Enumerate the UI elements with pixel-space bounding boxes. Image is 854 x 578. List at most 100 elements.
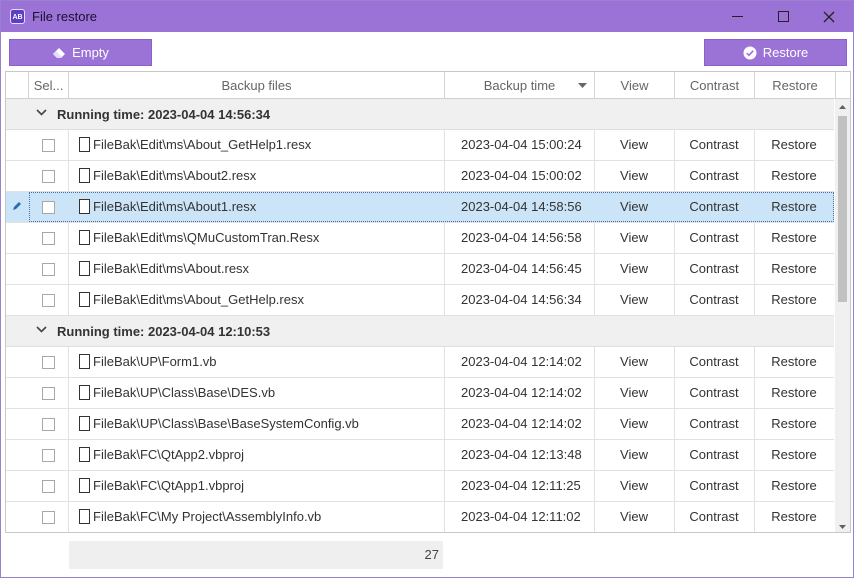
- restore-link[interactable]: Restore: [754, 285, 834, 315]
- contrast-link[interactable]: Contrast: [674, 161, 754, 191]
- restore-link[interactable]: Restore: [754, 161, 834, 191]
- scroll-down-button[interactable]: [835, 519, 850, 532]
- view-link[interactable]: View: [594, 161, 674, 191]
- header-backup-files[interactable]: Backup files: [69, 72, 445, 99]
- row-checkbox[interactable]: [42, 263, 55, 276]
- contrast-link[interactable]: Contrast: [674, 130, 754, 160]
- view-link[interactable]: View: [594, 223, 674, 253]
- backup-time: 2023-04-04 12:13:48: [461, 447, 582, 462]
- row-checkbox[interactable]: [42, 139, 55, 152]
- contrast-link[interactable]: Contrast: [674, 347, 754, 377]
- table-row[interactable]: FileBak\FC\QtApp1.vbproj 2023-04-04 12:1…: [6, 471, 834, 502]
- group-row[interactable]: Running time: 2023-04-04 14:56:34: [6, 99, 834, 130]
- restore-link[interactable]: Restore: [754, 378, 834, 408]
- group-label: Running time: 2023-04-04 12:10:53: [57, 324, 271, 339]
- chevron-down-icon[interactable]: [36, 109, 47, 116]
- table-row[interactable]: FileBak\FC\QtApp2.vbproj 2023-04-04 12:1…: [6, 440, 834, 471]
- app-icon: AB: [10, 9, 25, 24]
- row-checkbox[interactable]: [42, 356, 55, 369]
- view-link[interactable]: View: [594, 440, 674, 470]
- chevron-down-icon[interactable]: [36, 326, 47, 333]
- empty-button[interactable]: Empty: [9, 39, 152, 66]
- view-link[interactable]: View: [594, 502, 674, 532]
- row-checkbox[interactable]: [42, 511, 55, 524]
- file-icon: [79, 354, 90, 369]
- view-link[interactable]: View: [594, 409, 674, 439]
- row-checkbox[interactable]: [42, 201, 55, 214]
- backup-time: 2023-04-04 12:14:02: [461, 416, 582, 431]
- backup-time: 2023-04-04 14:56:34: [461, 292, 582, 307]
- file-path: FileBak\UP\Form1.vb: [93, 354, 217, 369]
- row-checkbox[interactable]: [42, 170, 55, 183]
- close-button[interactable]: [806, 1, 852, 32]
- contrast-link[interactable]: Contrast: [674, 409, 754, 439]
- view-link[interactable]: View: [594, 378, 674, 408]
- restore-all-button[interactable]: Restore: [704, 39, 847, 66]
- row-checkbox[interactable]: [42, 294, 55, 307]
- group-row[interactable]: Running time: 2023-04-04 12:10:53: [6, 316, 834, 347]
- table-row[interactable]: FileBak\Edit\ms\About2.resx 2023-04-04 1…: [6, 161, 834, 192]
- contrast-link[interactable]: Contrast: [674, 285, 754, 315]
- backup-time: 2023-04-04 15:00:02: [461, 168, 582, 183]
- view-link[interactable]: View: [594, 471, 674, 501]
- restore-link[interactable]: Restore: [754, 409, 834, 439]
- restore-link[interactable]: Restore: [754, 223, 834, 253]
- backup-files-grid: Sel... Backup files Backup time View Con…: [5, 71, 851, 533]
- contrast-link[interactable]: Contrast: [674, 254, 754, 284]
- table-row[interactable]: FileBak\Edit\ms\About_GetHelp1.resx 2023…: [6, 130, 834, 161]
- minimize-button[interactable]: [714, 1, 760, 32]
- sort-desc-icon: [578, 83, 587, 88]
- maximize-button[interactable]: [760, 1, 806, 32]
- row-checkbox[interactable]: [42, 232, 55, 245]
- restore-link[interactable]: Restore: [754, 471, 834, 501]
- table-row[interactable]: FileBak\UP\Class\Base\DES.vb 2023-04-04 …: [6, 378, 834, 409]
- header-select[interactable]: Sel...: [29, 72, 69, 99]
- scroll-thumb[interactable]: [838, 116, 847, 302]
- view-link[interactable]: View: [594, 130, 674, 160]
- view-link[interactable]: View: [594, 192, 674, 222]
- table-row[interactable]: FileBak\UP\Class\Base\BaseSystemConfig.v…: [6, 409, 834, 440]
- table-row[interactable]: FileBak\Edit\ms\QMuCustomTran.Resx 2023-…: [6, 223, 834, 254]
- row-checkbox[interactable]: [42, 418, 55, 431]
- view-link[interactable]: View: [594, 285, 674, 315]
- restore-link[interactable]: Restore: [754, 130, 834, 160]
- scroll-up-button[interactable]: [835, 99, 850, 114]
- header-view[interactable]: View: [595, 72, 675, 99]
- table-row-selected[interactable]: FileBak\Edit\ms\About1.resx 2023-04-04 1…: [6, 192, 834, 223]
- file-icon: [79, 416, 90, 431]
- vertical-scrollbar[interactable]: [835, 99, 850, 532]
- table-row[interactable]: FileBak\Edit\ms\About_GetHelp.resx 2023-…: [6, 285, 834, 316]
- row-checkbox[interactable]: [42, 449, 55, 462]
- contrast-link[interactable]: Contrast: [674, 502, 754, 532]
- arrow-down-icon: [839, 524, 846, 529]
- row-count-summary: 27: [69, 541, 443, 569]
- row-checkbox[interactable]: [42, 480, 55, 493]
- contrast-link[interactable]: Contrast: [674, 440, 754, 470]
- contrast-link[interactable]: Contrast: [674, 192, 754, 222]
- view-link[interactable]: View: [594, 254, 674, 284]
- header-restore[interactable]: Restore: [755, 72, 836, 99]
- grid-header: Sel... Backup files Backup time View Con…: [6, 72, 850, 99]
- check-circle-icon: [743, 46, 757, 59]
- restore-link[interactable]: Restore: [754, 192, 834, 222]
- restore-link[interactable]: Restore: [754, 347, 834, 377]
- file-icon: [79, 478, 90, 493]
- restore-link[interactable]: Restore: [754, 440, 834, 470]
- arrow-up-icon: [839, 104, 846, 109]
- header-contrast[interactable]: Contrast: [675, 72, 755, 99]
- restore-link[interactable]: Restore: [754, 254, 834, 284]
- file-path: FileBak\Edit\ms\About_GetHelp1.resx: [93, 137, 312, 152]
- file-icon: [79, 447, 90, 462]
- view-link[interactable]: View: [594, 347, 674, 377]
- contrast-link[interactable]: Contrast: [674, 223, 754, 253]
- contrast-link[interactable]: Contrast: [674, 378, 754, 408]
- table-row[interactable]: FileBak\Edit\ms\About.resx 2023-04-04 14…: [6, 254, 834, 285]
- backup-time: 2023-04-04 12:14:02: [461, 385, 582, 400]
- header-backup-time[interactable]: Backup time: [445, 72, 595, 99]
- contrast-link[interactable]: Contrast: [674, 471, 754, 501]
- restore-link[interactable]: Restore: [754, 502, 834, 532]
- row-checkbox[interactable]: [42, 387, 55, 400]
- table-row[interactable]: FileBak\UP\Form1.vb 2023-04-04 12:14:02 …: [6, 347, 834, 378]
- table-row[interactable]: FileBak\FC\My Project\AssemblyInfo.vb 20…: [6, 502, 834, 532]
- file-path: FileBak\Edit\ms\About.resx: [93, 261, 250, 276]
